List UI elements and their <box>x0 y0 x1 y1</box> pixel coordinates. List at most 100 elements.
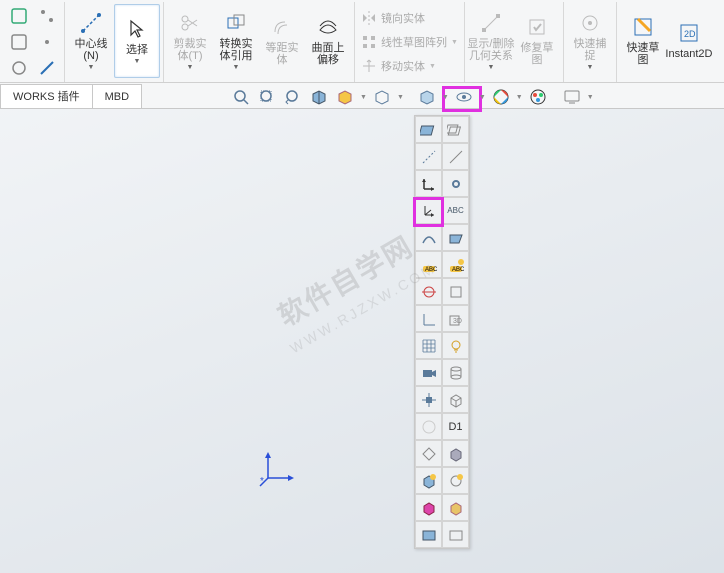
hide-show[interactable] <box>453 86 475 108</box>
surface-offset-button[interactable]: 曲面上 偏移 <box>305 4 351 78</box>
ribbon-group-4: 显示/删除 几何关系 ▼ 修复草 图 <box>465 2 564 82</box>
panel-plane[interactable] <box>415 116 442 143</box>
view-settings[interactable] <box>561 86 583 108</box>
panel-annot[interactable]: ABC <box>415 251 442 278</box>
panel-diamond[interactable] <box>415 440 442 467</box>
ribbon-group-2: 剪裁实 体(T) ▼ 转换实 体引用 ▼ 等距实 体 曲面上 偏移 <box>164 2 355 82</box>
svg-text:ABC: ABC <box>452 267 465 273</box>
display-style[interactable] <box>371 86 393 108</box>
move-label: 移动实体 <box>381 58 425 74</box>
offset-label: 等距实 体 <box>266 42 299 66</box>
edit-appearance[interactable] <box>490 86 512 108</box>
cursor-icon <box>126 18 148 40</box>
view-toolbar: ▼ ▼ ▼ ▼ ▼ ▼ <box>230 85 724 109</box>
tab-mbd[interactable]: MBD <box>92 84 142 108</box>
zoom-fit[interactable] <box>230 86 252 108</box>
panel-shad1[interactable] <box>415 494 442 521</box>
feature2-icon[interactable] <box>10 33 28 51</box>
panel-wire1[interactable] <box>415 467 442 494</box>
offset-button[interactable]: 等距实 体 <box>259 4 305 78</box>
trim-label: 剪裁实 体(T) <box>174 38 207 62</box>
trim-button[interactable]: 剪裁实 体(T) ▼ <box>167 4 213 78</box>
chevron-down-icon[interactable]: ▼ <box>397 94 404 101</box>
mirror-label: 镜向实体 <box>381 10 425 26</box>
convert-button[interactable]: 转换实 体引用 ▼ <box>213 4 259 78</box>
panel-wire2[interactable] <box>442 467 469 494</box>
chevron-down-icon: ▼ <box>429 63 436 70</box>
tab-works[interactable]: WORKS 插件 <box>0 84 93 108</box>
panel-dim[interactable] <box>415 305 442 332</box>
instant2d-label: Instant2D <box>665 48 712 60</box>
triad: * <box>258 448 298 488</box>
chevron-down-icon[interactable]: ▼ <box>360 94 367 101</box>
centerline-icon <box>80 12 102 34</box>
feature-icon[interactable] <box>10 7 28 25</box>
chevron-down-icon[interactable]: ▼ <box>442 94 449 101</box>
move-row[interactable]: 移动实体 ▼ <box>358 54 439 78</box>
panel-box[interactable] <box>442 278 469 305</box>
view-orient[interactable] <box>334 86 356 108</box>
relations-button[interactable]: 显示/删除 几何关系 ▼ <box>468 4 514 78</box>
panel-annot2[interactable]: ABC <box>442 251 469 278</box>
panel-blank[interactable] <box>415 413 442 440</box>
panel-camera[interactable] <box>415 359 442 386</box>
relations-icon <box>480 12 502 34</box>
zoom-prev[interactable] <box>282 86 304 108</box>
instant2d-button[interactable]: 2D Instant2D <box>666 4 712 78</box>
chevron-down-icon[interactable]: ▼ <box>587 94 594 101</box>
ribbon-group-5: 快速捕 捉 ▼ <box>564 2 617 82</box>
pattern-icon <box>361 34 377 50</box>
snap-button[interactable]: 快速捕 捉 ▼ <box>567 4 613 78</box>
ribbon-group-0 <box>2 2 65 82</box>
item-visibility[interactable] <box>416 86 438 108</box>
panel-last2[interactable] <box>442 521 469 548</box>
panel-curve[interactable] <box>415 224 442 251</box>
panel-planes2[interactable] <box>442 116 469 143</box>
svg-text:2D: 2D <box>684 29 696 39</box>
instant2d-icon: 2D <box>678 22 700 44</box>
dot2-icon[interactable] <box>38 33 56 51</box>
panel-last1[interactable] <box>415 521 442 548</box>
repair-icon <box>526 16 548 38</box>
ribbon-group-3: 镜向实体 线性草图阵列 ▼ 移动实体 ▼ <box>355 2 465 82</box>
panel-axis[interactable] <box>415 143 442 170</box>
feature3-icon[interactable] <box>10 59 28 77</box>
hide-show-panel: ABC ABCABC 3D D1 <box>414 115 470 549</box>
panel-sketch[interactable] <box>415 278 442 305</box>
move-icon <box>361 58 377 74</box>
pattern-label: 线性草图阵列 <box>381 34 447 50</box>
quick-sketch-button[interactable]: 快速草 图 <box>620 4 666 78</box>
line-icon[interactable] <box>38 59 56 77</box>
panel-ctr[interactable] <box>415 386 442 413</box>
panel-cyl[interactable] <box>442 359 469 386</box>
apply-scene[interactable] <box>527 86 549 108</box>
zoom-area[interactable] <box>256 86 278 108</box>
panel-grid[interactable] <box>415 332 442 359</box>
mirror-row[interactable]: 镜向实体 <box>358 6 428 30</box>
panel-bulb[interactable] <box>442 332 469 359</box>
panel-cube3[interactable] <box>442 386 469 413</box>
offset-icon <box>271 16 293 38</box>
dot-icon[interactable] <box>38 7 56 25</box>
panel-3d[interactable]: 3D <box>442 305 469 332</box>
svg-text:*: * <box>260 476 264 487</box>
section-view[interactable] <box>308 86 330 108</box>
panel-surf[interactable] <box>442 224 469 251</box>
panel-csys2[interactable]: ABC <box>442 197 469 224</box>
panel-axis2[interactable] <box>442 143 469 170</box>
panel-point[interactable] <box>442 170 469 197</box>
panel-shad2[interactable] <box>442 494 469 521</box>
svg-text:3D: 3D <box>453 318 462 325</box>
chevron-down-icon[interactable]: ▼ <box>516 94 523 101</box>
repair-label: 修复草 图 <box>520 42 553 66</box>
panel-d1: D1 <box>442 413 469 440</box>
pattern-row[interactable]: 线性草图阵列 ▼ <box>358 30 461 54</box>
panel-solid[interactable] <box>442 440 469 467</box>
select-label: 选择 <box>126 44 148 56</box>
select-button[interactable]: 选择 ▼ <box>114 4 160 78</box>
panel-origin[interactable] <box>415 170 442 197</box>
centerline-button[interactable]: 中心线 (N) ▼ <box>68 4 114 78</box>
repair-button[interactable]: 修复草 图 <box>514 4 560 78</box>
chevron-down-icon[interactable]: ▼ <box>479 94 486 101</box>
convert-label: 转换实 体引用 <box>220 38 253 62</box>
